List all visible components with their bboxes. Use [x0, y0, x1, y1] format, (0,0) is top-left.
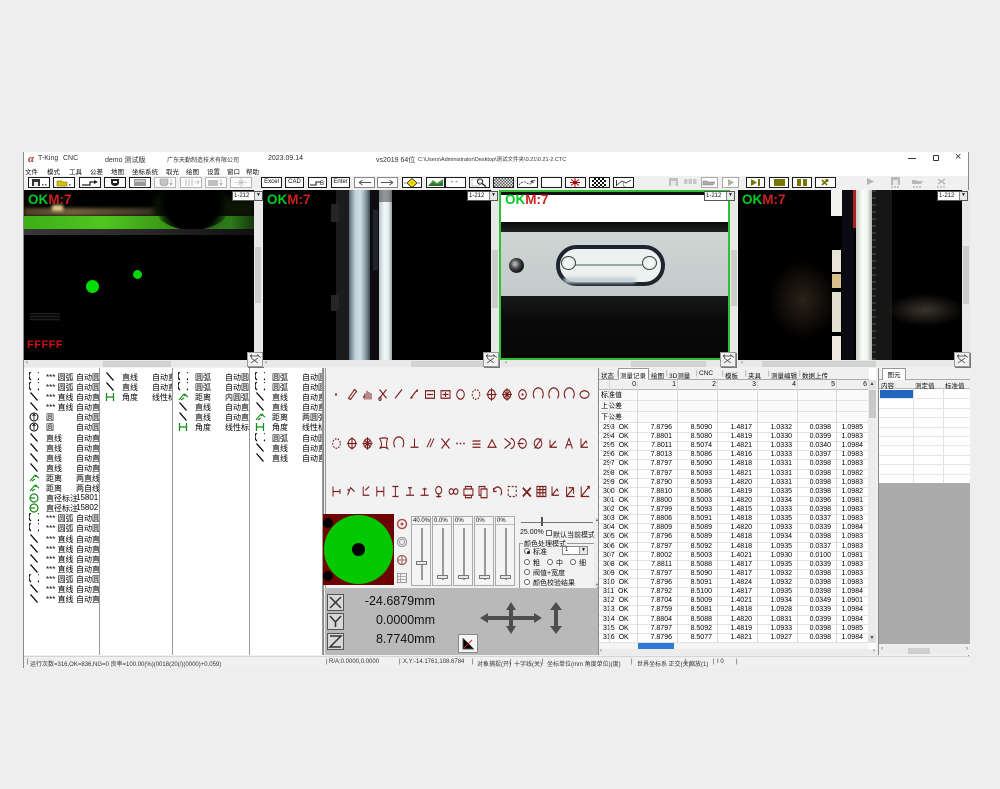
svg-text:L: L [623, 183, 626, 188]
svg-text:B: B [320, 181, 324, 187]
